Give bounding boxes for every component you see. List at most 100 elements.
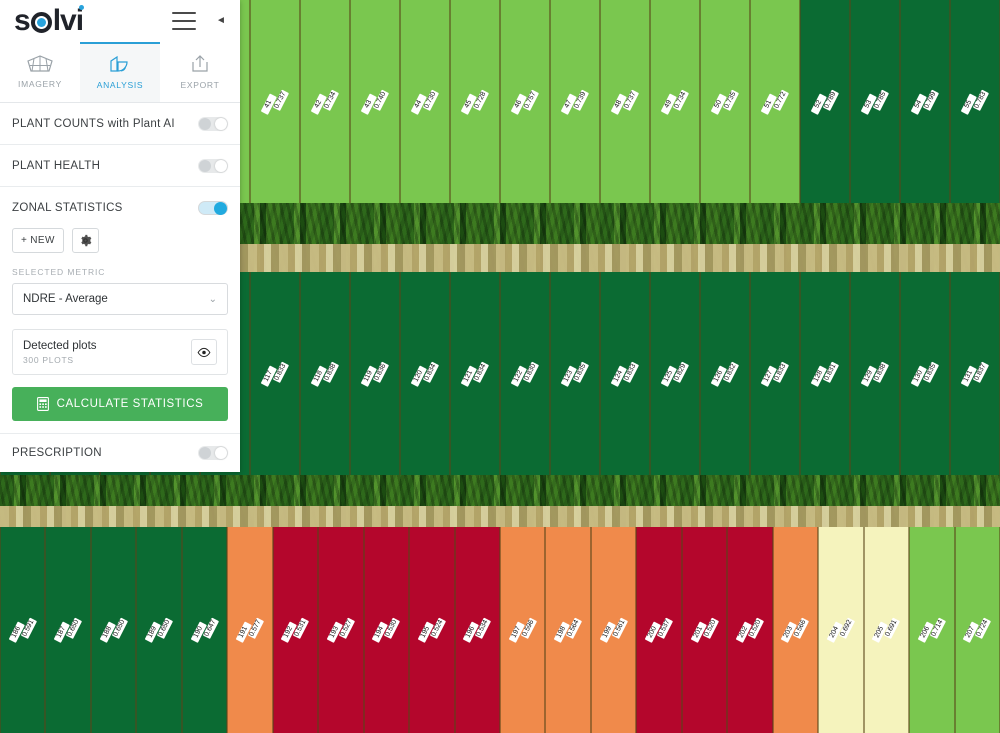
plot-value: 0.838 (873, 361, 889, 382)
plot-polygon[interactable]: 2010.520 (682, 527, 727, 733)
plot-label: 1890.650 (147, 617, 171, 642)
plot-value: 0.833 (623, 361, 639, 382)
selected-metric-value: NDRE - Average (23, 293, 108, 305)
plot-polygon[interactable]: 1870.650 (45, 527, 90, 733)
plot-polygon[interactable]: 430.740 (350, 0, 400, 203)
plot-polygon[interactable]: 2060.714 (909, 527, 954, 733)
new-zone-button[interactable]: + NEW (12, 228, 64, 253)
plot-label: 1170.833 (263, 361, 287, 386)
prescription-toggle[interactable] (198, 446, 228, 460)
solvi-app: 360.596370.604380.680390.730400.737410.7… (0, 0, 1000, 733)
plot-polygon[interactable]: 2050.691 (864, 527, 909, 733)
toggle-plots-visibility-button[interactable] (191, 339, 217, 365)
plot-id: 41 (261, 93, 277, 114)
detected-plots-card[interactable]: Detected plots 300 PLOTS (12, 329, 228, 375)
plot-id: 198 (554, 622, 570, 643)
plot-polygon[interactable]: 1980.564 (545, 527, 590, 733)
plot-polygon[interactable]: 1250.829 (650, 272, 700, 475)
plot-id: 195 (418, 622, 434, 643)
plot-id: 203 (781, 622, 797, 643)
section-plant-counts: PLANT COUNTS with Plant AI (0, 103, 240, 145)
plot-polygon[interactable]: 2000.537 (636, 527, 681, 733)
plot-polygon[interactable]: 500.735 (700, 0, 750, 203)
plot-polygon[interactable]: 1190.836 (350, 272, 400, 475)
plot-polygon[interactable]: 520.789 (800, 0, 850, 203)
plot-polygon[interactable]: 1970.596 (500, 527, 545, 733)
plot-id: 55 (961, 93, 977, 114)
plot-polygon[interactable]: 1990.561 (591, 527, 636, 733)
plot-label: 2070.724 (965, 617, 989, 642)
plot-polygon[interactable]: 2070.724 (955, 527, 1000, 733)
plot-label: 1180.838 (313, 361, 337, 386)
plot-value: 0.561 (611, 618, 627, 639)
plot-polygon[interactable]: 1950.524 (409, 527, 454, 733)
plot-polygon[interactable]: 1910.577 (227, 527, 272, 733)
plot-polygon[interactable]: 420.734 (300, 0, 350, 203)
plot-polygon[interactable]: 1920.531 (273, 527, 318, 733)
plot-value: 0.728 (473, 89, 489, 110)
plot-polygon[interactable]: 550.783 (950, 0, 1000, 203)
plot-polygon[interactable]: 1280.831 (800, 272, 850, 475)
plot-label: 1880.650 (102, 617, 126, 642)
plot-polygon[interactable]: 1900.647 (182, 527, 227, 733)
plot-label: 2040.692 (829, 617, 853, 642)
plot-polygon[interactable]: 1930.527 (318, 527, 363, 733)
plot-id: 44 (411, 93, 427, 114)
zonal-settings-button[interactable] (72, 228, 99, 253)
plot-polygon[interactable]: 1310.837 (950, 272, 1000, 475)
plot-polygon[interactable]: 470.739 (550, 0, 600, 203)
plot-id: 51 (761, 93, 777, 114)
plot-polygon[interactable]: 410.737 (250, 0, 300, 203)
plot-polygon[interactable]: 450.728 (450, 0, 500, 203)
plot-polygon[interactable]: 2020.520 (727, 527, 772, 733)
plot-polygon[interactable]: 1260.832 (700, 272, 750, 475)
plot-id: 122 (511, 365, 527, 386)
plot-polygon[interactable]: 1940.530 (364, 527, 409, 733)
plot-polygon[interactable]: 1200.834 (400, 272, 450, 475)
plot-polygon[interactable]: 490.734 (650, 0, 700, 203)
plot-polygon[interactable]: 1170.833 (250, 272, 300, 475)
plot-polygon[interactable]: 1230.835 (550, 272, 600, 475)
plant-health-toggle[interactable] (198, 159, 228, 173)
hamburger-icon[interactable] (172, 12, 196, 30)
plot-value: 0.647 (202, 618, 218, 639)
tab-analysis[interactable]: ANALYSIS (80, 42, 160, 103)
plot-polygon[interactable]: 1960.534 (455, 527, 500, 733)
plot-polygon[interactable]: 2040.692 (818, 527, 863, 733)
tab-imagery[interactable]: IMAGERY (0, 42, 80, 103)
zonal-statistics-toggle[interactable] (198, 201, 228, 215)
plot-polygon[interactable]: 480.737 (600, 0, 650, 203)
plot-value: 0.730 (423, 89, 439, 110)
plot-polygon[interactable]: 1300.835 (900, 272, 950, 475)
plot-label: 1290.838 (863, 361, 887, 386)
collapse-panel-icon[interactable]: ◄ (212, 11, 230, 29)
logo-bar: s lv i ◄ (0, 0, 240, 42)
plot-row: 1860.5911870.650 1880.650 1890.650 1900.647… (0, 527, 1000, 733)
plot-polygon[interactable]: 1240.833 (600, 272, 650, 475)
plot-polygon[interactable]: 1220.830 (500, 272, 550, 475)
plot-polygon[interactable]: 460.757 (500, 0, 550, 203)
plot-id: 193 (327, 622, 343, 643)
plot-polygon[interactable]: 1210.834 (450, 272, 500, 475)
plot-polygon[interactable]: 540.799 (900, 0, 950, 203)
plot-polygon[interactable]: 2030.566 (773, 527, 818, 733)
plot-polygon[interactable]: 1180.838 (300, 272, 350, 475)
tab-export[interactable]: EXPORT (160, 42, 240, 103)
plot-polygon[interactable]: 530.785 (850, 0, 900, 203)
plot-polygon[interactable]: 1270.833 (750, 272, 800, 475)
plot-id: 191 (236, 622, 252, 643)
calculate-statistics-button[interactable]: CALCULATE STATISTICS (12, 387, 228, 421)
plot-label: 460.757 (513, 89, 537, 114)
plot-polygon[interactable]: 440.730 (400, 0, 450, 203)
plant-counts-toggle[interactable] (198, 117, 228, 131)
selected-metric-select[interactable]: NDRE - Average ⌄ (12, 283, 228, 315)
plot-label: 470.739 (563, 89, 587, 114)
plot-polygon[interactable]: 1290.838 (850, 272, 900, 475)
plus-icon: + (21, 235, 27, 246)
plot-polygon[interactable]: 1890.650 (136, 527, 181, 733)
plot-id: 127 (761, 365, 777, 386)
plot-polygon[interactable]: 510.772 (750, 0, 800, 203)
plot-polygon[interactable]: 1880.650 (91, 527, 136, 733)
plot-polygon[interactable]: 1860.591 (0, 527, 45, 733)
plot-id: 117 (261, 365, 277, 386)
